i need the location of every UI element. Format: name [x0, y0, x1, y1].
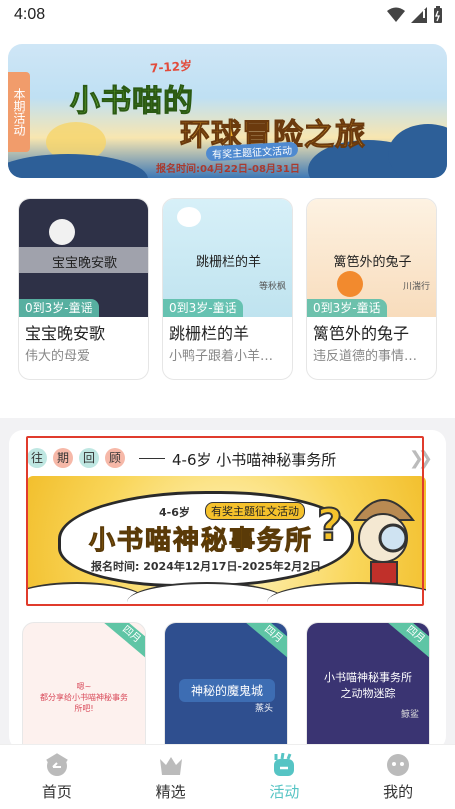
- tab-label: 精选: [155, 783, 186, 801]
- tab-activity[interactable]: 活动: [228, 745, 342, 809]
- cloud-decoration: [127, 582, 287, 606]
- past-review-char: 顾: [105, 448, 125, 468]
- corner-ribbon: 四月: [102, 623, 145, 661]
- cloud-decoration: [8, 154, 148, 178]
- past-work-card[interactable]: 小书喵神秘事务所之动物迷踪 鲸鲨 四月: [306, 622, 430, 744]
- sheep-icon: [177, 207, 201, 227]
- status-bar: 4:08: [0, 0, 455, 32]
- banner-tag: 本期活动: [8, 72, 30, 152]
- past-event-banner[interactable]: 4-6岁 有奖主题征文活动 小书喵神秘事务所 报名时间: 2024年12月17日…: [27, 476, 426, 606]
- past-review-char: 回: [79, 448, 99, 468]
- activity-icon: [274, 753, 295, 776]
- book-title: 宝宝晚安歌: [25, 324, 106, 343]
- wifi-icon: [387, 7, 405, 22]
- corner-ribbon: 四月: [244, 623, 287, 661]
- book-card[interactable]: 篱笆外的兔子 川湍行 0到3岁-童话 篱笆外的兔子 违反道德的事情…: [306, 198, 437, 380]
- book-title: 篱笆外的兔子: [313, 324, 410, 343]
- book-description: 小鸭子跟着小羊…: [169, 349, 274, 364]
- book-cover-title: 跳栅栏的羊: [195, 255, 261, 270]
- profile-icon: [387, 754, 410, 776]
- tab-home[interactable]: 首页: [0, 745, 114, 809]
- past-work-title: 神秘的魔鬼城: [179, 679, 275, 702]
- home-icon: [46, 753, 68, 776]
- event-title: 小书喵神秘事务所: [88, 526, 314, 557]
- event-date: 报名时间: 2024年12月17日-2025年2月2日: [91, 560, 321, 573]
- tab-label: 活动: [269, 783, 300, 801]
- signal-icon: [411, 7, 427, 23]
- book-cover-title: 宝宝晚安歌: [51, 256, 117, 271]
- tab-profile[interactable]: 我的: [341, 745, 455, 809]
- balloon-icon: [337, 271, 363, 297]
- double-chevron-right-icon[interactable]: ❯❯: [409, 448, 433, 469]
- current-event-banner[interactable]: 本期活动 7-12岁 小书喵的 环球冒险之旅 有奖主题征文活动 报名时间:04月…: [8, 44, 447, 178]
- banner-title-line1: 小书喵的: [70, 84, 194, 120]
- book-title: 跳栅栏的羊: [169, 324, 250, 343]
- past-work-row: 嗯~ 都分享给小书喵神秘事务所吧! 四月 神秘的魔鬼城 蒸头 四月 小书喵神秘事…: [22, 622, 436, 744]
- book-age-tag: 0到3岁-童话: [163, 299, 243, 317]
- banner-date: 报名时间:04月22日-08月31日: [156, 164, 300, 175]
- book-cover-author: 川湍行: [402, 282, 430, 292]
- past-review-char: 期: [53, 448, 73, 468]
- event-badge: 有奖主题征文活动: [205, 502, 305, 520]
- past-work-title: 小书喵神秘事务所之动物迷踪: [324, 671, 412, 700]
- event-age: 4-6岁: [159, 506, 190, 519]
- corner-ribbon: 四月: [386, 623, 429, 661]
- book-card[interactable]: 跳栅栏的羊 等秋枫 0到3岁-童话 跳栅栏的羊 小鸭子跟着小羊…: [162, 198, 293, 380]
- book-cover-title: 篱笆外的兔子: [333, 255, 412, 270]
- status-time: 4:08: [14, 6, 46, 23]
- book-description: 违反道德的事情…: [313, 349, 418, 364]
- top-section: 本期活动 7-12岁 小书喵的 环球冒险之旅 有奖主题征文活动 报名时间:04月…: [0, 32, 455, 418]
- divider-line: [139, 458, 165, 459]
- tab-featured[interactable]: 精选: [114, 745, 228, 809]
- past-review-title: 4-6岁 小书喵神秘事务所: [172, 451, 337, 469]
- past-review-char: 往: [27, 448, 47, 468]
- book-cover-author: 等秋枫: [258, 282, 286, 292]
- status-icons: [387, 6, 443, 24]
- book-age-tag: 0到3岁-童话: [307, 299, 387, 317]
- banner-age: 7-12岁: [149, 58, 193, 76]
- past-work-author: 蒸头: [254, 704, 273, 714]
- cloud-decoration: [267, 582, 426, 606]
- past-work-card[interactable]: 嗯~ 都分享给小书喵神秘事务所吧! 四月: [22, 622, 146, 744]
- battery-icon: [434, 6, 442, 23]
- tab-label: 首页: [41, 783, 72, 801]
- question-mark-icon: ?: [316, 499, 343, 552]
- book-card-row: 宝宝晚安歌 0到3岁-童谣 宝宝晚安歌 伟大的母爱 跳栅栏的羊 等秋枫 0到3岁…: [18, 198, 438, 380]
- cloud-decoration: [388, 124, 447, 178]
- book-description: 伟大的母爱: [25, 349, 91, 364]
- tab-label: 我的: [383, 783, 414, 801]
- cat-icon: [49, 219, 75, 245]
- detective-cat-icon: [353, 499, 416, 585]
- bottom-tab-bar: 首页 精选 活动 我的: [0, 744, 455, 809]
- past-review-header[interactable]: 往 期 回 顾 4-6岁 小书喵神秘事务所 ❯❯: [27, 446, 433, 470]
- book-card[interactable]: 宝宝晚安歌 0到3岁-童谣 宝宝晚安歌 伟大的母爱: [18, 198, 149, 380]
- crown-icon: [159, 757, 182, 775]
- book-age-tag: 0到3岁-童谣: [19, 299, 99, 317]
- past-work-title: 嗯~ 都分享给小书喵神秘事务所吧!: [40, 682, 128, 713]
- past-work-author: 鲸鲨: [400, 710, 419, 720]
- past-work-card[interactable]: 神秘的魔鬼城 蒸头 四月: [164, 622, 288, 744]
